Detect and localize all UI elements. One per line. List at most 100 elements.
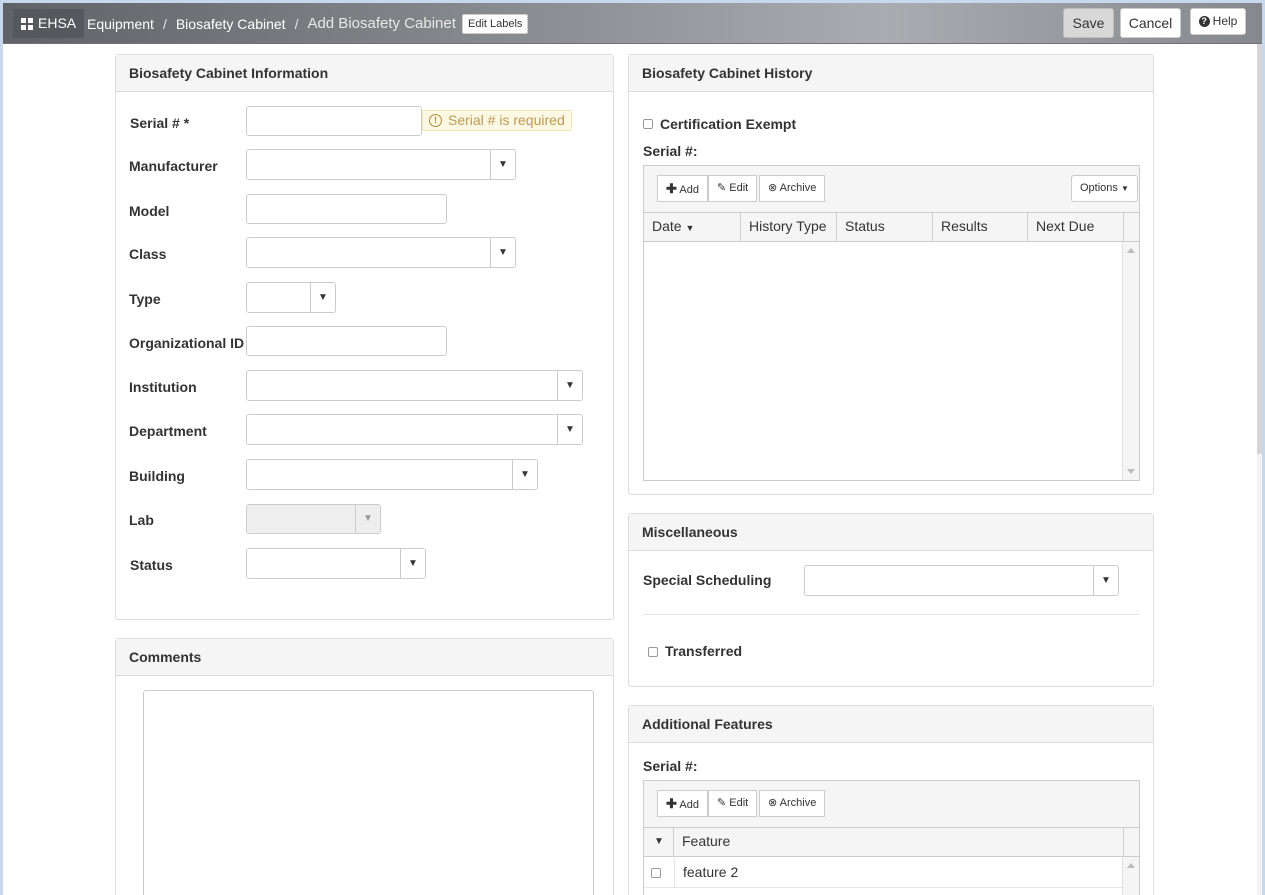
history-grid-scrollbar[interactable]	[1122, 242, 1139, 480]
caret-down-icon: ▼	[1120, 184, 1129, 193]
certification-exempt-checkbox[interactable]	[643, 119, 653, 129]
history-archive-button[interactable]: ⊗ Archive	[759, 175, 826, 202]
pencil-icon: ✎	[717, 182, 727, 194]
chevron-down-icon: ▼	[355, 505, 380, 533]
question-circle-icon: ?	[1198, 16, 1210, 28]
times-circle-icon: ⊗	[768, 797, 778, 809]
column-header-date[interactable]: Date ▼	[644, 213, 741, 241]
chevron-down-icon: ▼	[512, 460, 537, 489]
features-add-button[interactable]: ✚ Add	[657, 790, 708, 817]
chevron-down-icon: ▼	[310, 283, 335, 312]
history-grid-toolbar: ✚ Add ✎ Edit ⊗ Archive Options ▼	[644, 166, 1139, 213]
chevron-down-icon: ▼	[1093, 566, 1118, 595]
table-row[interactable]: feature 2	[644, 858, 1124, 888]
class-label: Class	[129, 246, 167, 262]
pencil-icon: ✎	[717, 797, 727, 809]
breadcrumb-separator: /	[294, 15, 299, 32]
additional-features-panel: Additional Features Serial #: ✚ Add ✎ Ed…	[628, 705, 1154, 895]
scroll-down-icon[interactable]	[1127, 469, 1135, 474]
history-serial-label: Serial #:	[643, 143, 698, 159]
brand-home-link[interactable]: EHSA	[13, 9, 85, 38]
institution-select[interactable]: ▼	[246, 370, 583, 401]
features-grid-scrollbar[interactable]	[1122, 857, 1139, 895]
features-grid: ✚ Add ✎ Edit ⊗ Archive ▼ Feature feature…	[643, 780, 1140, 895]
manufacturer-select[interactable]: ▼	[246, 149, 516, 180]
features-serial-label: Serial #:	[643, 758, 698, 774]
app-window: EHSA Equipment / Biosafety Cabinet / Add…	[3, 3, 1262, 895]
times-circle-icon: ⊗	[768, 182, 778, 194]
panel-title: Biosafety Cabinet Information	[116, 55, 613, 92]
building-label: Building	[129, 468, 185, 484]
building-select[interactable]: ▼	[246, 459, 538, 490]
status-select[interactable]: ▼	[246, 548, 426, 579]
history-grid-header: Date ▼ History Type Status Results Next …	[644, 213, 1139, 242]
lab-select[interactable]: ▼	[246, 504, 381, 534]
column-header-history-type[interactable]: History Type	[741, 213, 837, 241]
model-input[interactable]	[246, 194, 447, 224]
features-edit-button[interactable]: ✎ Edit	[708, 790, 758, 817]
biosafety-cabinet-information-panel: Biosafety Cabinet Information Serial # *…	[115, 54, 614, 620]
history-options-button[interactable]: Options ▼	[1071, 175, 1138, 202]
sort-desc-icon: ▼	[685, 223, 695, 233]
history-add-button[interactable]: ✚ Add	[657, 175, 708, 202]
department-label: Department	[129, 423, 207, 439]
breadcrumb-separator: /	[162, 15, 167, 32]
save-button[interactable]: Save	[1063, 8, 1114, 38]
panel-title: Comments	[116, 639, 613, 676]
cancel-button[interactable]: Cancel	[1120, 8, 1181, 38]
column-header-results[interactable]: Results	[933, 213, 1028, 241]
type-label: Type	[129, 291, 161, 307]
class-select[interactable]: ▼	[246, 237, 516, 268]
scroll-up-icon[interactable]	[1127, 248, 1135, 253]
plus-icon: ✚	[666, 796, 677, 811]
page-scrollbar-thumb[interactable]	[1257, 44, 1262, 454]
page-scrollbar[interactable]	[1257, 44, 1262, 895]
breadcrumb-equipment[interactable]: Equipment	[87, 16, 154, 32]
comments-textarea[interactable]	[143, 690, 594, 895]
help-label: Help	[1212, 14, 1238, 28]
serial-input[interactable]	[246, 106, 422, 136]
features-grid-toolbar: ✚ Add ✎ Edit ⊗ Archive	[644, 781, 1139, 828]
features-grid-header: ▼ Feature	[644, 828, 1139, 857]
panel-title: Miscellaneous	[629, 514, 1153, 551]
chevron-down-icon: ▼	[557, 415, 582, 444]
chevron-down-icon: ▼	[400, 549, 425, 578]
organizational-id-label: Organizational ID	[129, 335, 245, 351]
plus-icon: ✚	[666, 181, 677, 196]
select-all-dropdown[interactable]: ▼	[644, 828, 674, 856]
status-label: Status	[130, 557, 173, 573]
miscellaneous-panel: Miscellaneous Special Scheduling ▼ Trans…	[628, 513, 1154, 687]
institution-label: Institution	[129, 379, 197, 395]
divider	[643, 614, 1140, 615]
model-label: Model	[129, 203, 170, 219]
biosafety-cabinet-history-panel: Biosafety Cabinet History Certification …	[628, 54, 1154, 495]
apps-grid-icon	[21, 17, 33, 30]
brand-label: EHSA	[38, 15, 77, 31]
history-grid: ✚ Add ✎ Edit ⊗ Archive Options ▼ Date ▼ …	[643, 165, 1140, 481]
department-select[interactable]: ▼	[246, 414, 583, 445]
special-scheduling-select[interactable]: ▼	[804, 565, 1119, 596]
organizational-id-input[interactable]	[246, 326, 447, 356]
column-header-status[interactable]: Status	[837, 213, 933, 241]
panel-title: Biosafety Cabinet History	[629, 55, 1153, 92]
type-select[interactable]: ▼	[246, 282, 336, 313]
breadcrumb-current: Add Biosafety Cabinet	[307, 15, 456, 32]
exclamation-circle-icon: !	[429, 114, 442, 127]
column-header-feature[interactable]: Feature	[674, 828, 1124, 856]
scroll-up-icon[interactable]	[1127, 863, 1135, 868]
help-button[interactable]: ? Help	[1190, 8, 1246, 35]
row-checkbox[interactable]	[651, 868, 661, 878]
transferred-label: Transferred	[665, 643, 743, 659]
chevron-down-icon: ▼	[557, 371, 582, 400]
chevron-down-icon: ▼	[490, 238, 515, 267]
transferred-checkbox[interactable]	[648, 647, 658, 657]
special-scheduling-label: Special Scheduling	[643, 572, 772, 588]
breadcrumb-biosafety-cabinet[interactable]: Biosafety Cabinet	[176, 16, 286, 32]
features-archive-button[interactable]: ⊗ Archive	[759, 790, 826, 817]
chevron-down-icon: ▼	[490, 150, 515, 179]
history-edit-button[interactable]: ✎ Edit	[708, 175, 758, 202]
edit-labels-button[interactable]: Edit Labels	[462, 14, 529, 34]
caret-down-icon: ▼	[654, 836, 664, 847]
serial-label: Serial # *	[130, 115, 190, 131]
column-header-next-due[interactable]: Next Due	[1028, 213, 1124, 241]
